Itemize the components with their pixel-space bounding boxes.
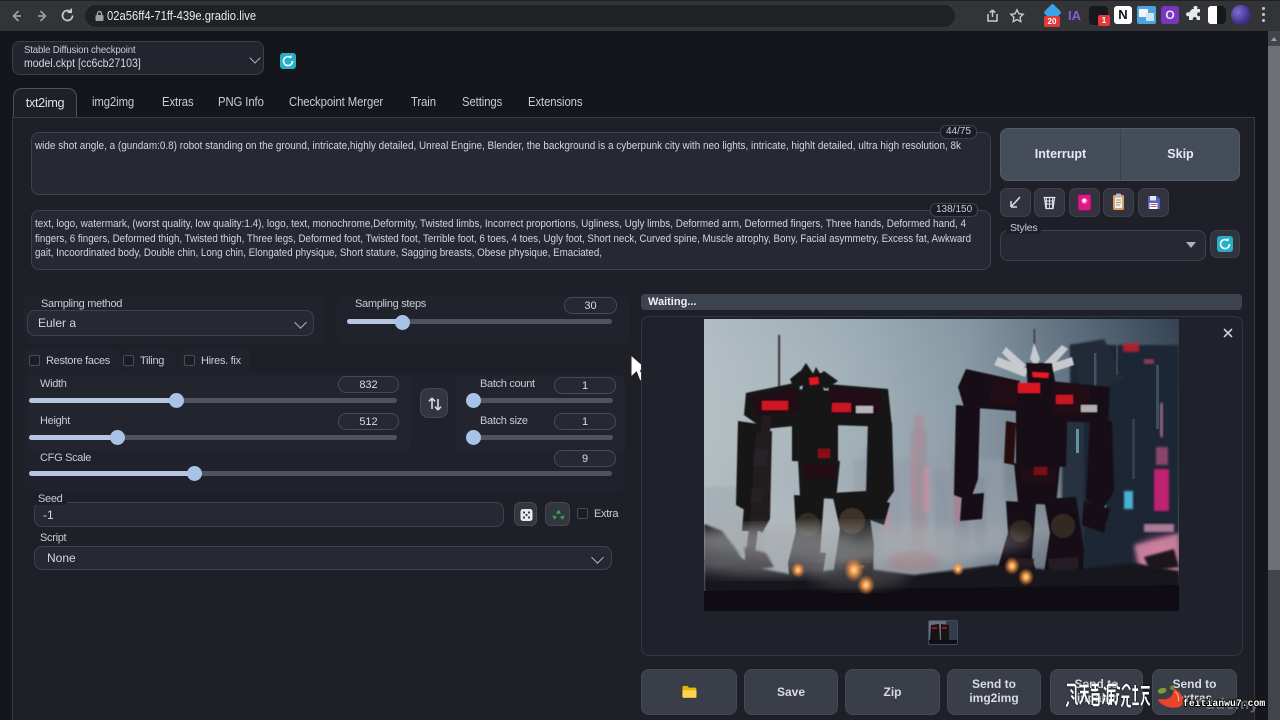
svg-text:feitianwu7.com: feitianwu7.com <box>1183 698 1265 709</box>
